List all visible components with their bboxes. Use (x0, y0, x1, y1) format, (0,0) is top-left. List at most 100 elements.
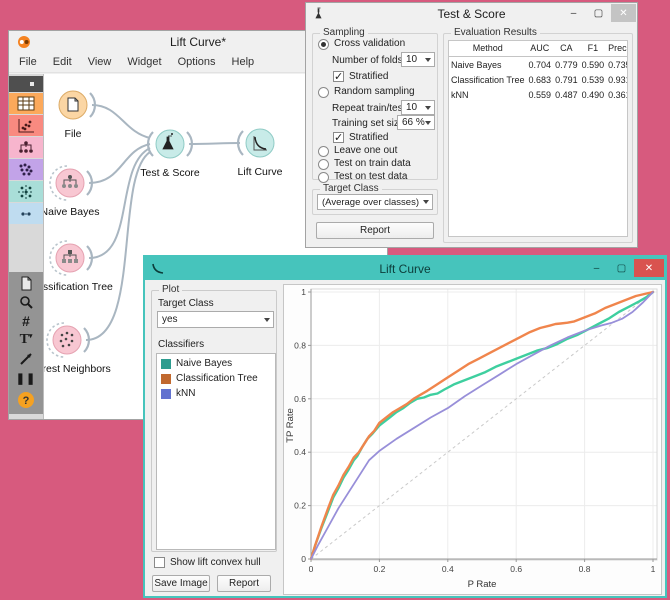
link-testscore-liftcurve[interactable] (189, 143, 240, 144)
zoom-icon[interactable] (9, 293, 43, 311)
radio-test-on-test[interactable] (318, 172, 329, 183)
classifier-item-naive-bayes[interactable]: Naive Bayes (157, 356, 275, 371)
evaluation-results-group: Evaluation Results Method AUC CA F1 Prec… (443, 33, 633, 243)
lift-curve-window: Lift Curve – ▢ ✕ Plot Target Class yes C… (143, 255, 667, 598)
close-button[interactable]: ✕ (611, 4, 636, 22)
desktop-background: Lift Curve* File Edit View Widget Option… (0, 0, 670, 600)
lift-curve-titlebar[interactable]: Lift Curve – ▢ ✕ (145, 257, 665, 280)
results-header-row: Method AUC CA F1 Precision Recall (449, 41, 628, 57)
test-score-window: Test & Score – ▢ ✕ Sampling Cross valida… (305, 2, 638, 248)
results-table: Method AUC CA F1 Precision Recall Naive … (449, 41, 628, 102)
x-tick-label: 0.2 (373, 564, 385, 574)
link-file-testscore[interactable] (92, 105, 150, 138)
menu-help[interactable]: Help (232, 56, 255, 68)
naive-bayes-swatch (161, 359, 171, 369)
category-model-icon[interactable] (9, 137, 43, 158)
lift-target-class-combo[interactable]: yes (157, 311, 274, 328)
test-score-titlebar[interactable]: Test & Score – ▢ ✕ (306, 3, 637, 24)
link-nearestneighbors-testscore[interactable] (86, 152, 150, 340)
node-label-classification-tree: Classification Tree (44, 281, 113, 293)
leave-one-out-label: Leave one out (334, 145, 397, 156)
evaluation-results-label: Evaluation Results (451, 27, 540, 38)
random-sampling-label: Random sampling (334, 86, 415, 97)
ts-report-button[interactable]: Report (316, 222, 434, 239)
node-file[interactable]: File (59, 91, 95, 140)
text-annotation-icon[interactable]: T▾ (9, 331, 43, 349)
classifier-item-knn[interactable]: kNN (157, 386, 275, 401)
train-size-combo[interactable]: 66 % (397, 115, 435, 130)
table-row[interactable]: Naive Bayes0.7040.7790.5900.7350.492 (449, 57, 628, 73)
toolbox-collapse-button[interactable] (9, 76, 43, 92)
classifiers-label: Classifiers (158, 339, 204, 350)
lift-chart: 00.20.40.60.8100.20.40.60.81P RateTP Rat… (284, 285, 661, 594)
stratified-label-1: Stratified (349, 71, 388, 82)
x-tick-label: 0.4 (442, 564, 454, 574)
classifier-item-classification-tree[interactable]: Classification Tree (157, 371, 275, 386)
svg-text:?: ? (23, 395, 30, 407)
maximize-button[interactable]: ▢ (586, 4, 611, 22)
lift-chart-panel: 00.20.40.60.8100.20.40.60.81P RateTP Rat… (283, 284, 662, 595)
knn-swatch (161, 389, 171, 399)
lift-target-class-label: Target Class (158, 298, 214, 309)
new-document-icon[interactable] (9, 274, 43, 292)
cross-validation-label: Cross validation (334, 38, 405, 49)
node-naive-bayes[interactable]: Naive Bayes (44, 166, 99, 218)
close-button[interactable]: ✕ (634, 259, 664, 277)
radio-random-sampling[interactable] (318, 87, 329, 98)
classifiers-list: Naive Bayes Classification Tree kNN (156, 353, 276, 550)
table-row[interactable]: kNN0.5590.4870.4900.3610.762 (449, 87, 628, 102)
x-axis-title: P Rate (468, 579, 497, 590)
node-classification-tree[interactable]: Classification Tree (44, 241, 113, 293)
menu-options[interactable]: Options (178, 56, 216, 68)
category-prototypes-icon[interactable] (9, 203, 43, 224)
category-evaluate-icon[interactable] (9, 159, 43, 180)
node-label-naive-bayes: Naive Bayes (44, 206, 99, 218)
stratified-label-2: Stratified (349, 132, 388, 143)
repeat-label: Repeat train/test: (332, 103, 408, 114)
plot-group-label: Plot (159, 284, 182, 295)
menu-edit[interactable]: Edit (53, 56, 72, 68)
minimize-button[interactable]: – (584, 259, 609, 277)
x-tick-label: 0 (309, 564, 314, 574)
ts-target-class-combo[interactable]: (Average over classes) (317, 194, 433, 210)
table-row[interactable]: Classification Tree0.6830.7910.5390.9310… (449, 72, 628, 87)
x-tick-label: 0.6 (510, 564, 522, 574)
radio-leave-one-out[interactable] (318, 146, 329, 157)
folds-combo[interactable]: 10 (401, 52, 435, 67)
sampling-group-label: Sampling (320, 27, 368, 38)
menu-view[interactable]: View (88, 56, 112, 68)
stratified-checkbox-1[interactable] (333, 71, 344, 82)
category-data-icon[interactable] (9, 93, 43, 114)
y-tick-label: 0.8 (294, 340, 306, 350)
arrow-annotation-icon[interactable] (9, 350, 43, 368)
folds-label: Number of folds: (332, 55, 405, 66)
widget-toolbar: # T▾ ❚❚ ? (9, 74, 43, 419)
maximize-button[interactable]: ▢ (609, 259, 634, 277)
y-tick-label: 1 (301, 287, 306, 297)
minimize-button[interactable]: – (561, 4, 586, 22)
node-label-lift-curve: Lift Curve (238, 166, 283, 178)
category-visualize-icon[interactable] (9, 115, 43, 136)
node-lift-curve[interactable]: Lift Curve (238, 129, 283, 178)
save-image-button[interactable]: Save Image (152, 575, 210, 592)
lift-report-button[interactable]: Report (217, 575, 271, 592)
help-icon[interactable]: ? (9, 390, 43, 410)
radio-cross-validation[interactable] (318, 39, 329, 50)
y-axis-title: TP Rate (285, 408, 296, 443)
node-nearest-neighbors[interactable]: Nearest Neighbors (44, 323, 111, 375)
node-label-nearest-neighbors: Nearest Neighbors (44, 363, 111, 375)
radio-test-on-train[interactable] (318, 159, 329, 170)
stratified-checkbox-2[interactable] (333, 132, 344, 143)
menu-widget[interactable]: Widget (127, 56, 161, 68)
x-tick-label: 0.8 (579, 564, 591, 574)
align-grid-icon[interactable]: # (9, 312, 43, 330)
menu-file[interactable]: File (19, 56, 37, 68)
classification-tree-swatch (161, 374, 171, 384)
ts-target-class-label: Target Class (320, 183, 382, 194)
repeat-combo[interactable]: 10 (401, 100, 435, 115)
convex-hull-checkbox[interactable] (154, 557, 165, 568)
node-test-score[interactable]: Test & Score (140, 130, 200, 179)
pause-signals-icon[interactable]: ❚❚ (9, 369, 43, 387)
y-tick-label: 0.4 (294, 447, 306, 457)
category-unsupervised-icon[interactable] (9, 181, 43, 202)
